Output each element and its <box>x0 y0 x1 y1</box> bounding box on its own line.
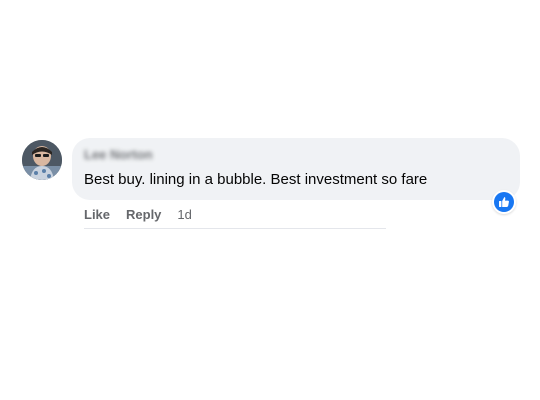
comment-author[interactable]: Lee Norton <box>84 147 153 163</box>
reaction-badge-fill <box>494 192 514 212</box>
divider <box>84 228 386 229</box>
comment-bubble: Lee Norton Best buy. lining in a bubble.… <box>72 138 520 200</box>
like-button[interactable]: Like <box>84 207 110 222</box>
comment-actions: Like Reply 1d <box>84 204 192 224</box>
comment-timestamp[interactable]: 1d <box>177 207 191 222</box>
reaction-badge[interactable] <box>492 190 516 214</box>
comment-avatar[interactable] <box>22 140 62 180</box>
thumbs-up-icon <box>499 197 509 207</box>
reply-button[interactable]: Reply <box>126 207 161 222</box>
comment-text: Best buy. lining in a bubble. Best inves… <box>84 171 428 188</box>
avatar-image <box>22 140 62 180</box>
